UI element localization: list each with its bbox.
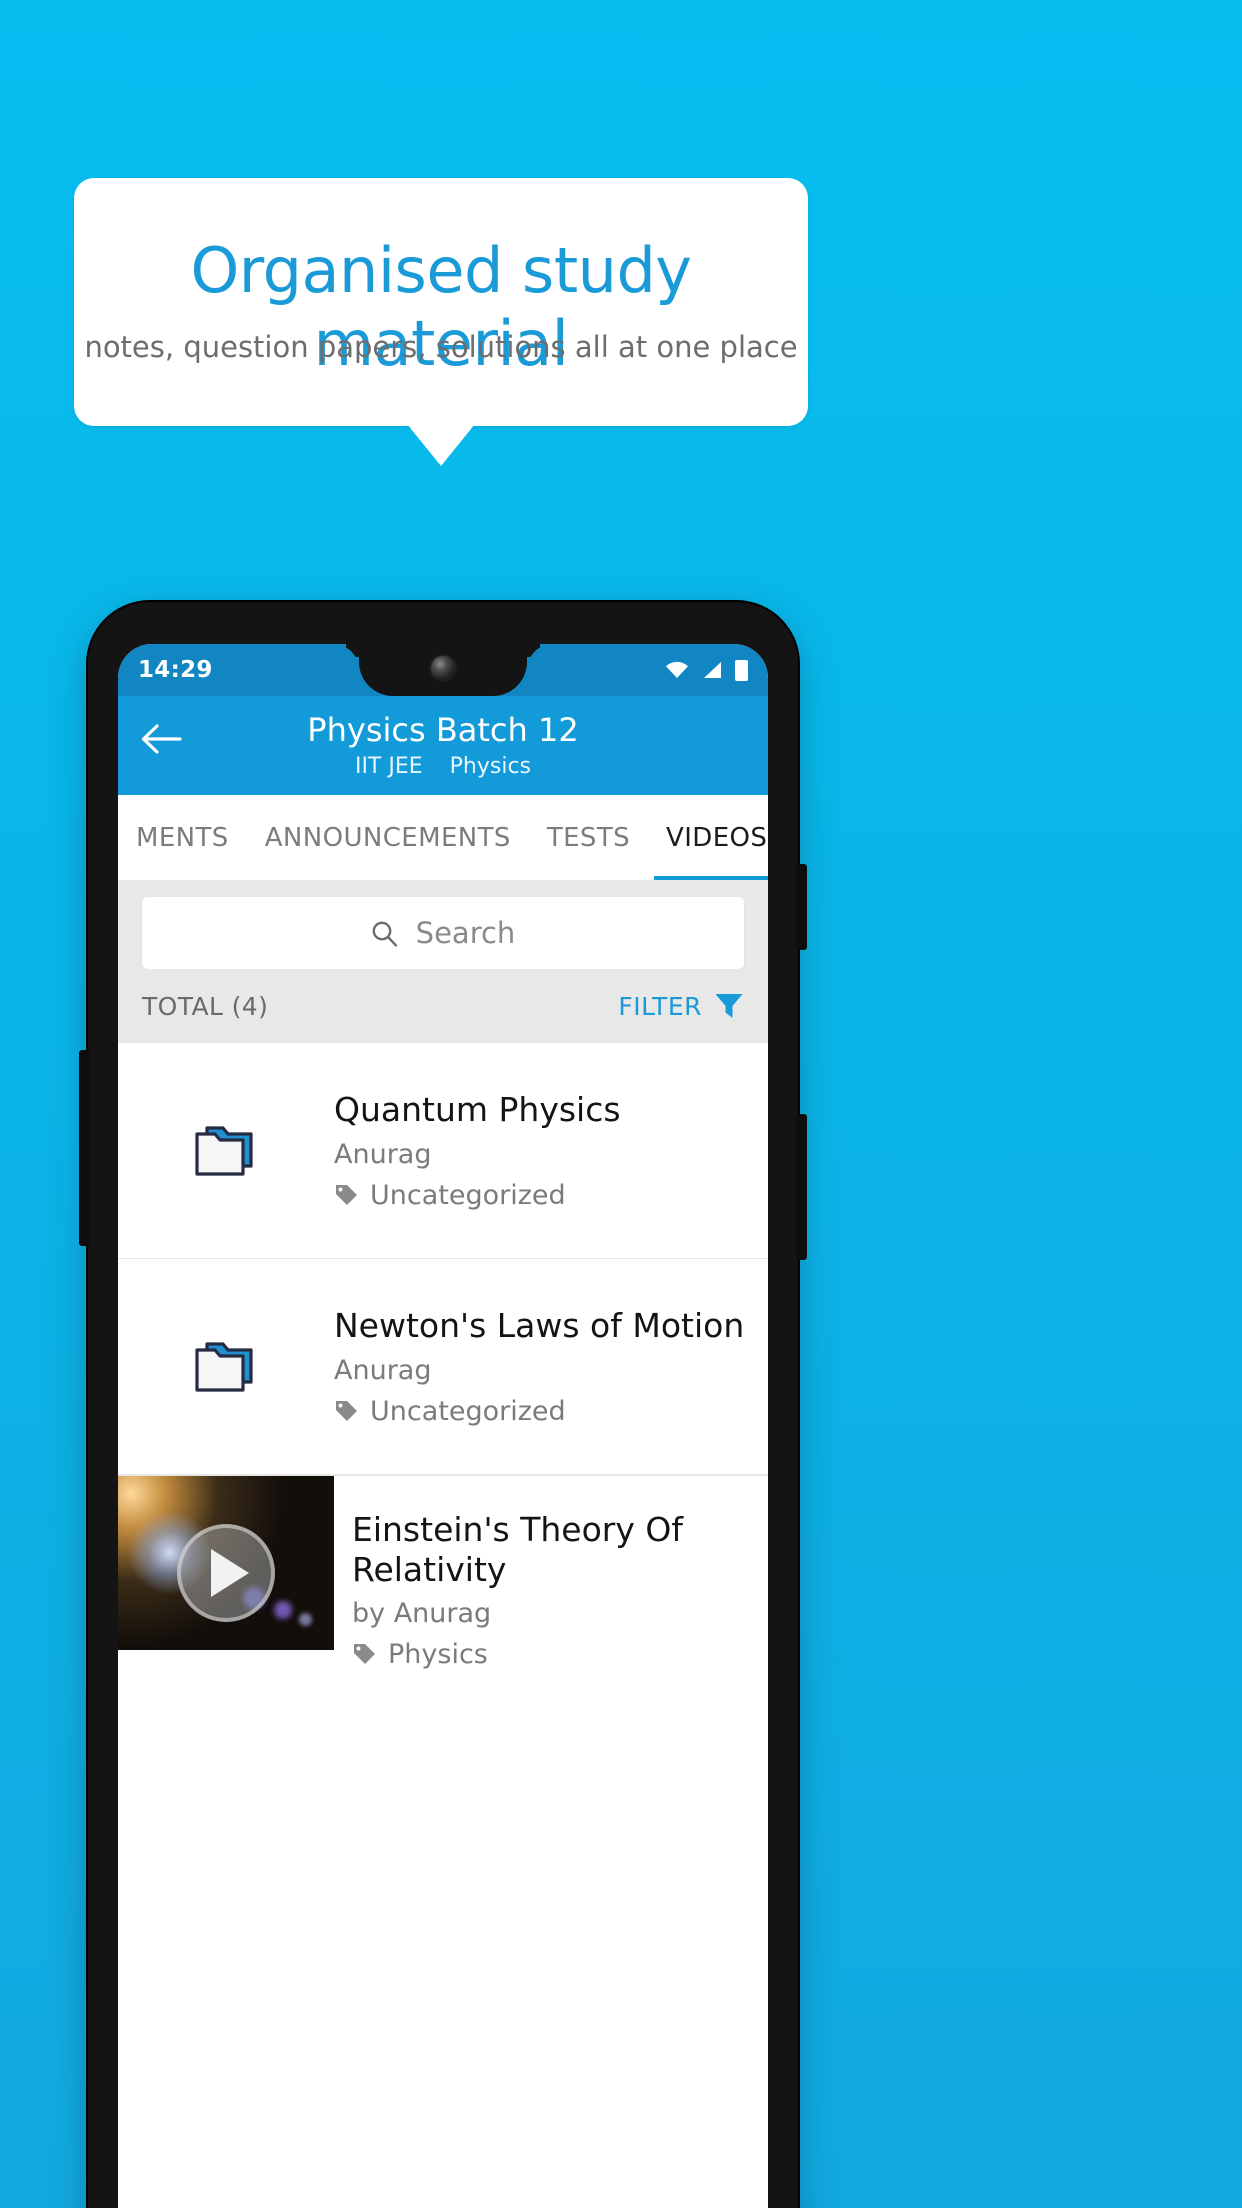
folder-icon (195, 1341, 253, 1392)
tag-icon (336, 1184, 357, 1205)
phone-side-button (796, 1114, 807, 1260)
list-item-author: Anurag (334, 1354, 432, 1386)
list-item-title: Newton's Laws of Motion (334, 1306, 745, 1346)
list-item-icon (118, 1338, 334, 1396)
phone-power-button (796, 864, 807, 950)
list-item-tagline: Physics (352, 1639, 750, 1670)
list-item-body: Newton's Laws of Motion Anurag Uncategor… (334, 1306, 762, 1427)
search-placeholder: Search (415, 916, 516, 950)
list-item[interactable]: Quantum Physics Anurag Uncategorized (118, 1043, 768, 1259)
search-input[interactable]: Search (142, 897, 744, 969)
tag-icon (354, 1644, 375, 1665)
search-section: Search (118, 881, 768, 969)
video-thumbnail[interactable] (118, 1476, 334, 1650)
app-bar-subject: Physics (449, 754, 532, 779)
tab-tests[interactable]: TESTS (529, 795, 648, 880)
lens-flare-icon (273, 1601, 292, 1620)
total-count-label: TOTAL (4) (142, 991, 269, 1021)
list-item[interactable]: Einstein's Theory Of Relativity by Anura… (118, 1476, 768, 1670)
list-item-icon (118, 1122, 334, 1180)
list-item-tag: Physics (388, 1639, 488, 1671)
battery-icon (735, 659, 748, 681)
promo-screen: Organised study material notes, question… (0, 0, 1242, 2208)
list-item-tag: Uncategorized (370, 1395, 566, 1427)
signal-icon (704, 662, 721, 678)
list-toolbar: TOTAL (4) FILTER (118, 969, 768, 1043)
filter-label: FILTER (618, 991, 702, 1021)
list-item-tagline: Uncategorized (334, 1396, 744, 1427)
list-item[interactable]: Newton's Laws of Motion Anurag Uncategor… (118, 1259, 768, 1475)
list-item-title: Einstein's Theory Of Relativity (352, 1510, 683, 1589)
list-item-author: Anurag (334, 1138, 432, 1170)
lens-flare-icon (299, 1613, 313, 1627)
wifi-icon (666, 661, 688, 678)
back-arrow-icon[interactable] (140, 722, 182, 756)
status-time: 14:29 (138, 657, 213, 683)
list-item-tag: Uncategorized (370, 1179, 566, 1211)
tab-bar: MENTS ANNOUNCEMENTS TESTS VIDEOS (118, 795, 768, 881)
phone-screen: 14:29 Physics Batch 12 IIT JEE Physics M… (118, 644, 768, 2208)
promo-card: Organised study material notes, question… (74, 178, 808, 426)
list-item-tagline: Uncategorized (334, 1180, 621, 1211)
play-triangle-icon (211, 1549, 249, 1598)
phone-notch (359, 644, 527, 696)
tab-assignments[interactable]: MENTS (118, 795, 247, 880)
tab-videos[interactable]: VIDEOS (648, 795, 768, 880)
app-bar: Physics Batch 12 IIT JEE Physics (118, 696, 768, 795)
folder-icon (195, 1125, 253, 1176)
content-list: Quantum Physics Anurag Uncategorized New… (118, 1043, 768, 1671)
tag-icon (336, 1400, 357, 1421)
tab-announcements[interactable]: ANNOUNCEMENTS (247, 795, 529, 880)
status-icons (665, 659, 748, 681)
app-bar-exam: IIT JEE (354, 754, 423, 779)
list-item-body: Einstein's Theory Of Relativity by Anura… (334, 1476, 768, 1670)
phone-volume-button (79, 1050, 90, 1246)
app-bar-subtitle: IIT JEE Physics (118, 754, 768, 779)
search-icon (372, 921, 397, 947)
speech-bubble-tail (407, 424, 475, 466)
filter-button[interactable]: FILTER (618, 992, 744, 1021)
front-camera-icon (431, 656, 455, 680)
play-icon[interactable] (177, 1524, 275, 1623)
list-item-body: Quantum Physics Anurag Uncategorized (334, 1090, 639, 1211)
phone-mockup: 14:29 Physics Batch 12 IIT JEE Physics M… (79, 602, 807, 2208)
page-subtitle: notes, question papers, solutions all at… (84, 330, 798, 364)
app-bar-title: Physics Batch 12 (307, 711, 579, 749)
filter-icon (715, 994, 743, 1018)
list-item-title: Quantum Physics (334, 1090, 621, 1130)
list-item-author: by Anurag (352, 1598, 492, 1630)
